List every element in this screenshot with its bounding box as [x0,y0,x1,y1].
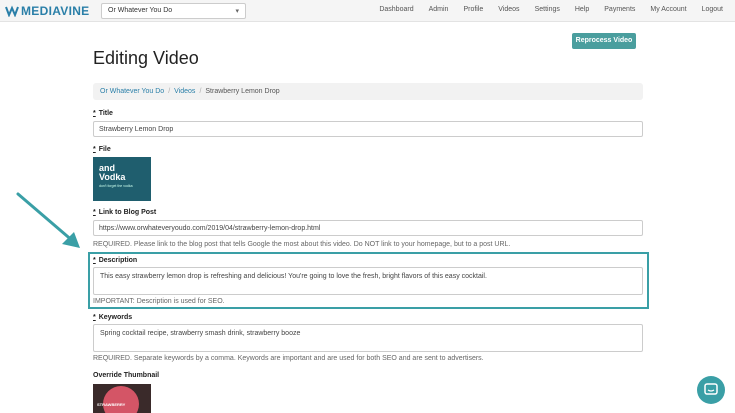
site-selector[interactable]: Or Whatever You Do ▾ [101,3,246,19]
file-thumb-line3: don't forget the vodka [99,184,133,188]
nav-profile[interactable]: Profile [463,6,483,13]
blog-link-label: * Link to Blog Post [93,209,157,216]
file-thumbnail[interactable]: and Vodka don't forget the vodka [93,157,151,201]
keywords-help: REQUIRED. Separate keywords by a comma. … [93,355,484,362]
site-selector-value: Or Whatever You Do [108,7,173,14]
nav-my-account[interactable]: My Account [650,6,686,13]
required-marker: * [93,314,96,321]
override-thumb-text: STRAWBERRY [97,402,126,407]
chevron-down-icon: ▾ [235,8,239,15]
override-thumbnail-label: Override Thumbnail [93,372,160,379]
nav-links: Dashboard Admin Profile Videos Settings … [364,6,723,13]
nav-logout[interactable]: Logout [702,6,723,13]
description-textarea[interactable]: This easy strawberry lemon drop is refre… [93,267,643,295]
file-label: * File [93,146,111,153]
vine-logo-icon [5,5,19,17]
pointer-arrow-icon [14,190,84,255]
thumbnail-drink-shape [103,386,139,413]
description-help: IMPORTANT: Description is used for SEO. [93,298,225,305]
breadcrumb-separator: / [199,88,202,95]
top-navbar: MEDIAVINE Or Whatever You Do ▾ Dashboard… [0,0,735,22]
chat-button[interactable] [697,376,725,404]
required-marker: * [93,257,96,264]
nav-videos[interactable]: Videos [498,6,519,13]
chat-icon [704,383,718,395]
nav-payments[interactable]: Payments [604,6,635,13]
blog-link-help: REQUIRED. Please link to the blog post t… [93,241,511,248]
brand-logo[interactable]: MEDIAVINE [5,4,89,18]
required-marker: * [93,209,96,216]
keywords-textarea[interactable]: Spring cocktail recipe, strawberry smash… [93,324,643,352]
brand-name: MEDIAVINE [21,4,90,18]
breadcrumb: Or Whatever You Do / Videos / Strawberry Lem… [93,83,643,100]
nav-dashboard[interactable]: Dashboard [379,6,413,13]
breadcrumb-videos[interactable]: Videos [174,88,195,95]
override-thumbnail-image[interactable]: STRAWBERRY [93,384,151,413]
file-thumb-line2: Vodka [99,172,126,182]
keywords-label: * Keywords [93,314,133,321]
nav-help[interactable]: Help [575,6,589,13]
page-title: Editing Video [93,48,199,68]
required-marker: * [93,110,96,117]
description-label: * Description [93,257,138,264]
breadcrumb-current: Strawberry Lemon Drop [205,88,280,95]
required-marker: * [93,146,96,153]
breadcrumb-separator: / [168,88,171,95]
breadcrumb-site[interactable]: Or Whatever You Do [100,88,164,95]
title-input[interactable]: Strawberry Lemon Drop [93,121,643,137]
reprocess-video-button[interactable]: Reprocess Video [572,33,636,49]
nav-admin[interactable]: Admin [429,6,449,13]
nav-settings[interactable]: Settings [535,6,560,13]
title-label: * Title [93,110,113,117]
blog-link-input[interactable]: https://www.orwhateveryoudo.com/2019/04/… [93,220,643,236]
